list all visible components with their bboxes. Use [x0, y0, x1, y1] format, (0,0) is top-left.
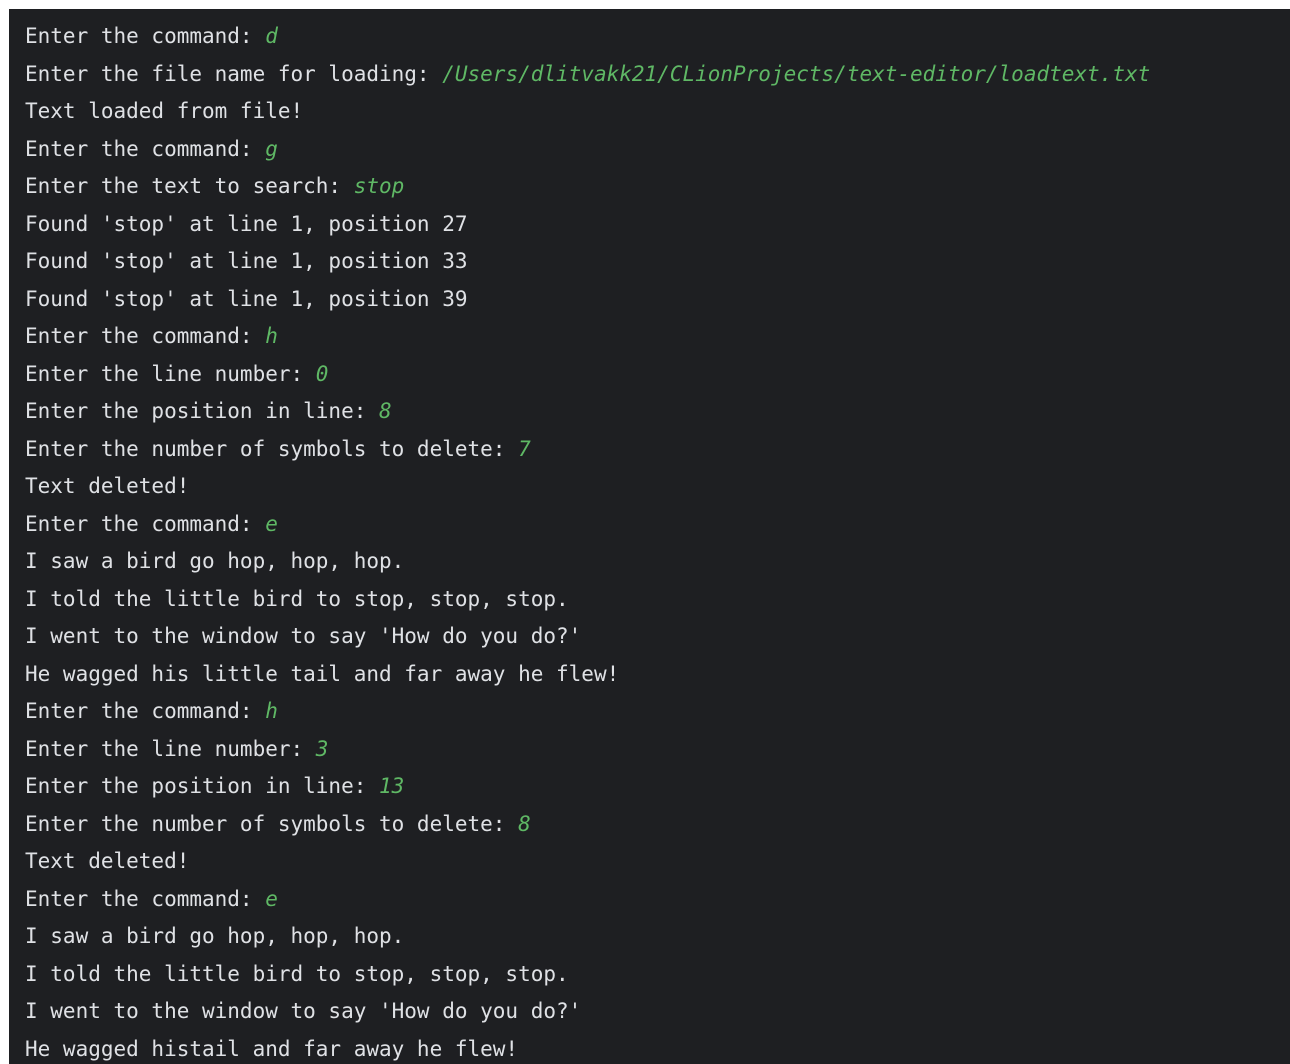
console-line: Found 'stop' at line 1, position 39: [25, 281, 1150, 319]
console-user-input: e: [265, 511, 278, 536]
console-line: Text loaded from file!: [25, 93, 1150, 131]
console-line: Enter the text to search: stop: [25, 168, 1150, 206]
console-line: I went to the window to say 'How do you …: [25, 993, 1150, 1031]
console-user-input: h: [265, 324, 278, 348]
console-line: Enter the command: h: [25, 693, 1150, 731]
console-output-text: Found 'stop' at line 1, position 33: [25, 249, 468, 273]
console-user-input: 7: [518, 436, 531, 461]
console-line: Enter the position in line: 8: [25, 393, 1150, 431]
console-output-text: Enter the text to search:: [25, 174, 354, 198]
console-line: I saw a bird go hop, hop, hop.: [25, 918, 1150, 956]
console-output-text: Enter the number of symbols to delete:: [25, 811, 519, 836]
console-output-text: Enter the command:: [25, 136, 266, 161]
console-output-text: Enter the file name for loading:: [25, 61, 443, 86]
console-user-input: 0: [315, 361, 329, 386]
console-output-text: I went to the window to say 'How do you …: [25, 999, 582, 1023]
console-output-text: Enter the number of symbols to delete:: [25, 436, 519, 461]
console-line: Enter the line number: 0: [25, 356, 1150, 394]
console-output-text: Found 'stop' at line 1, position 27: [25, 211, 468, 236]
console-line: Enter the line number: 3: [25, 731, 1150, 769]
console-output-text: Enter the line number:: [25, 361, 316, 386]
console-output-text: Enter the command:: [25, 886, 266, 911]
console-output-text: Enter the command:: [25, 24, 266, 48]
console-output-text: I saw a bird go hop, hop, hop.: [25, 549, 405, 573]
console-line: Text deleted!: [25, 468, 1150, 506]
console-line: He wagged his little tail and far away h…: [25, 656, 1150, 694]
console-output-text: Text deleted!: [25, 474, 190, 498]
console-line: Enter the number of symbols to delete: 7: [25, 431, 1150, 469]
console-line: I saw a bird go hop, hop, hop.: [25, 543, 1150, 581]
console-output-text: Enter the position in line:: [25, 774, 380, 798]
console-output-text: I went to the window to say 'How do you …: [25, 624, 582, 648]
console-output-text: I saw a bird go hop, hop, hop.: [25, 924, 405, 948]
console-output-text: Enter the command:: [25, 511, 266, 536]
console-output-text: Text loaded from file!: [25, 99, 304, 123]
console-line: I went to the window to say 'How do you …: [25, 618, 1150, 656]
console-user-input: h: [265, 699, 278, 723]
console-output-text: Enter the command:: [25, 324, 266, 348]
console-line: Enter the command: e: [25, 506, 1150, 544]
console-line: Enter the command: e: [25, 881, 1150, 919]
console-user-input: 8: [379, 399, 392, 423]
console-output-text: Enter the position in line:: [25, 399, 380, 423]
console-user-input: g: [265, 136, 278, 161]
console-line: Found 'stop' at line 1, position 33: [25, 243, 1150, 281]
console-line: Text deleted!: [25, 843, 1150, 881]
console-user-input: d: [265, 24, 278, 48]
console-output-text: I told the little bird to stop, stop, st…: [25, 961, 569, 986]
console-line: Enter the command: h: [25, 318, 1150, 356]
console-output-text: Enter the command:: [25, 699, 266, 723]
console-output-text: I told the little bird to stop, stop, st…: [25, 586, 569, 611]
terminal-console[interactable]: Enter the command: d Enter the file name …: [9, 9, 1290, 1064]
console-line: He wagged histail and far away he flew!: [25, 1031, 1150, 1064]
console-user-input: stop: [353, 174, 405, 198]
console-line: Enter the number of symbols to delete: 8: [25, 806, 1150, 844]
console-user-input: 13: [379, 774, 405, 798]
console-line: Enter the file name for loading: /Users/…: [25, 56, 1150, 94]
console-output-text: Found 'stop' at line 1, position 39: [25, 286, 468, 311]
console-output-text: He wagged his little tail and far away h…: [25, 661, 620, 686]
console-output-text: Text deleted!: [25, 849, 190, 873]
console-line: Enter the command: g: [25, 131, 1150, 169]
console-line: I told the little bird to stop, stop, st…: [25, 956, 1150, 994]
console-output: Enter the command: d Enter the file name …: [25, 18, 1150, 1064]
console-line: Enter the position in line: 13: [25, 768, 1150, 806]
console-user-input: /Users/dlitvakk21/CLionProjects/text-edi…: [442, 61, 1151, 86]
console-user-input: 3: [315, 736, 329, 761]
console-user-input: 8: [518, 811, 531, 836]
console-output-text: He wagged histail and far away he flew!: [25, 1036, 519, 1061]
console-user-input: e: [265, 886, 278, 911]
console-output-text: Enter the line number:: [25, 736, 316, 761]
console-line: I told the little bird to stop, stop, st…: [25, 581, 1150, 619]
console-line: Found 'stop' at line 1, position 27: [25, 206, 1150, 244]
console-line: Enter the command: d: [25, 18, 1150, 56]
